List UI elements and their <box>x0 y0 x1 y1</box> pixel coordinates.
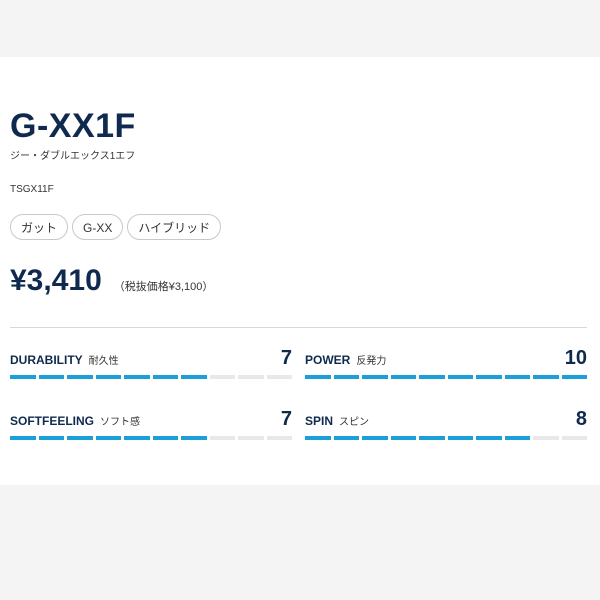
stat-bar-segment <box>124 375 150 379</box>
stat-label: SOFTFEELING ソフト感 <box>10 414 140 428</box>
stat-jp-label: ソフト感 <box>100 417 140 428</box>
stat-value: 10 <box>564 347 587 369</box>
stat-bar <box>10 436 292 440</box>
price: ¥3,410 （税抜価格¥3,100） <box>10 263 213 299</box>
stat-bar-segment <box>419 436 445 440</box>
stat-bar-segment <box>362 436 388 440</box>
product-title: G-XX1F <box>10 107 136 145</box>
stat-bar-segment <box>533 375 559 379</box>
divider <box>10 327 587 328</box>
stat-power: POWER 反発力 10 <box>305 347 587 379</box>
stat-bar-segment <box>238 436 264 440</box>
stat-bar-segment <box>67 436 93 440</box>
stat-bar-segment <box>152 375 178 379</box>
stat-durability: DURABILITY 耐久性 7 <box>10 347 292 379</box>
stat-bar-segment <box>10 436 36 440</box>
tag-hybrid[interactable]: ハイブリッド <box>127 214 222 240</box>
stat-bar <box>305 436 587 440</box>
stat-bar-segment <box>504 436 530 440</box>
stat-bar-segment <box>67 375 93 379</box>
stat-spin: SPIN スピン 8 <box>305 408 587 440</box>
stat-bar-segment <box>561 375 587 379</box>
stat-bar <box>10 375 292 379</box>
stat-bar-segment <box>181 436 207 440</box>
stat-bar-segment <box>38 375 64 379</box>
tag-gut[interactable]: ガット <box>10 214 69 240</box>
stat-bar-segment <box>333 375 359 379</box>
stat-bar-segment <box>181 375 207 379</box>
stat-bar-segment <box>266 436 292 440</box>
stat-bar-segment <box>152 436 178 440</box>
product-card: G-XX1F ジー・ダブルエックス1エフ TSGX11F ガット G-XX ハイ… <box>0 57 600 485</box>
stat-bar-segment <box>266 375 292 379</box>
price-note: （税抜価格¥3,100） <box>113 281 214 293</box>
stat-bar-segment <box>209 436 235 440</box>
stat-bar-segment <box>238 375 264 379</box>
stat-bar-segment <box>362 375 388 379</box>
stat-label: SPIN スピン <box>305 414 370 428</box>
tag-series[interactable]: G-XX <box>72 214 124 240</box>
stat-bar <box>305 375 587 379</box>
stat-jp-label: 耐久性 <box>88 356 119 367</box>
stat-bar-segment <box>419 375 445 379</box>
stat-softfeeling: SOFTFEELING ソフト感 7 <box>10 408 292 440</box>
stat-bar-segment <box>333 436 359 440</box>
stat-bar-segment <box>209 375 235 379</box>
stat-label: DURABILITY 耐久性 <box>10 353 119 367</box>
stat-bar-segment <box>504 375 530 379</box>
stat-bar-segment <box>476 436 502 440</box>
stat-bar-segment <box>124 436 150 440</box>
stat-bar-segment <box>447 436 473 440</box>
stat-bar-segment <box>95 436 121 440</box>
stat-bar-segment <box>447 375 473 379</box>
stat-bar-segment <box>533 436 559 440</box>
stat-label: POWER 反発力 <box>305 353 387 367</box>
stat-bar-segment <box>38 436 64 440</box>
stat-value: 7 <box>280 408 292 430</box>
stat-jp-label: スピン <box>339 417 370 428</box>
stat-bar-segment <box>305 375 331 379</box>
product-code: TSGX11F <box>10 184 54 195</box>
stat-jp-label: 反発力 <box>356 356 387 367</box>
stat-bar-segment <box>561 436 587 440</box>
stat-bar-segment <box>10 375 36 379</box>
stat-bar-segment <box>476 375 502 379</box>
stat-bar-segment <box>390 375 416 379</box>
stat-bar-segment <box>95 375 121 379</box>
price-value: ¥3,410 <box>10 264 102 297</box>
product-kana: ジー・ダブルエックス1エフ <box>10 151 136 162</box>
stat-bar-segment <box>390 436 416 440</box>
stat-bar-segment <box>305 436 331 440</box>
tag-list: ガット G-XX ハイブリッド <box>10 214 222 240</box>
stat-value: 7 <box>280 347 292 369</box>
stat-value: 8 <box>575 408 587 430</box>
